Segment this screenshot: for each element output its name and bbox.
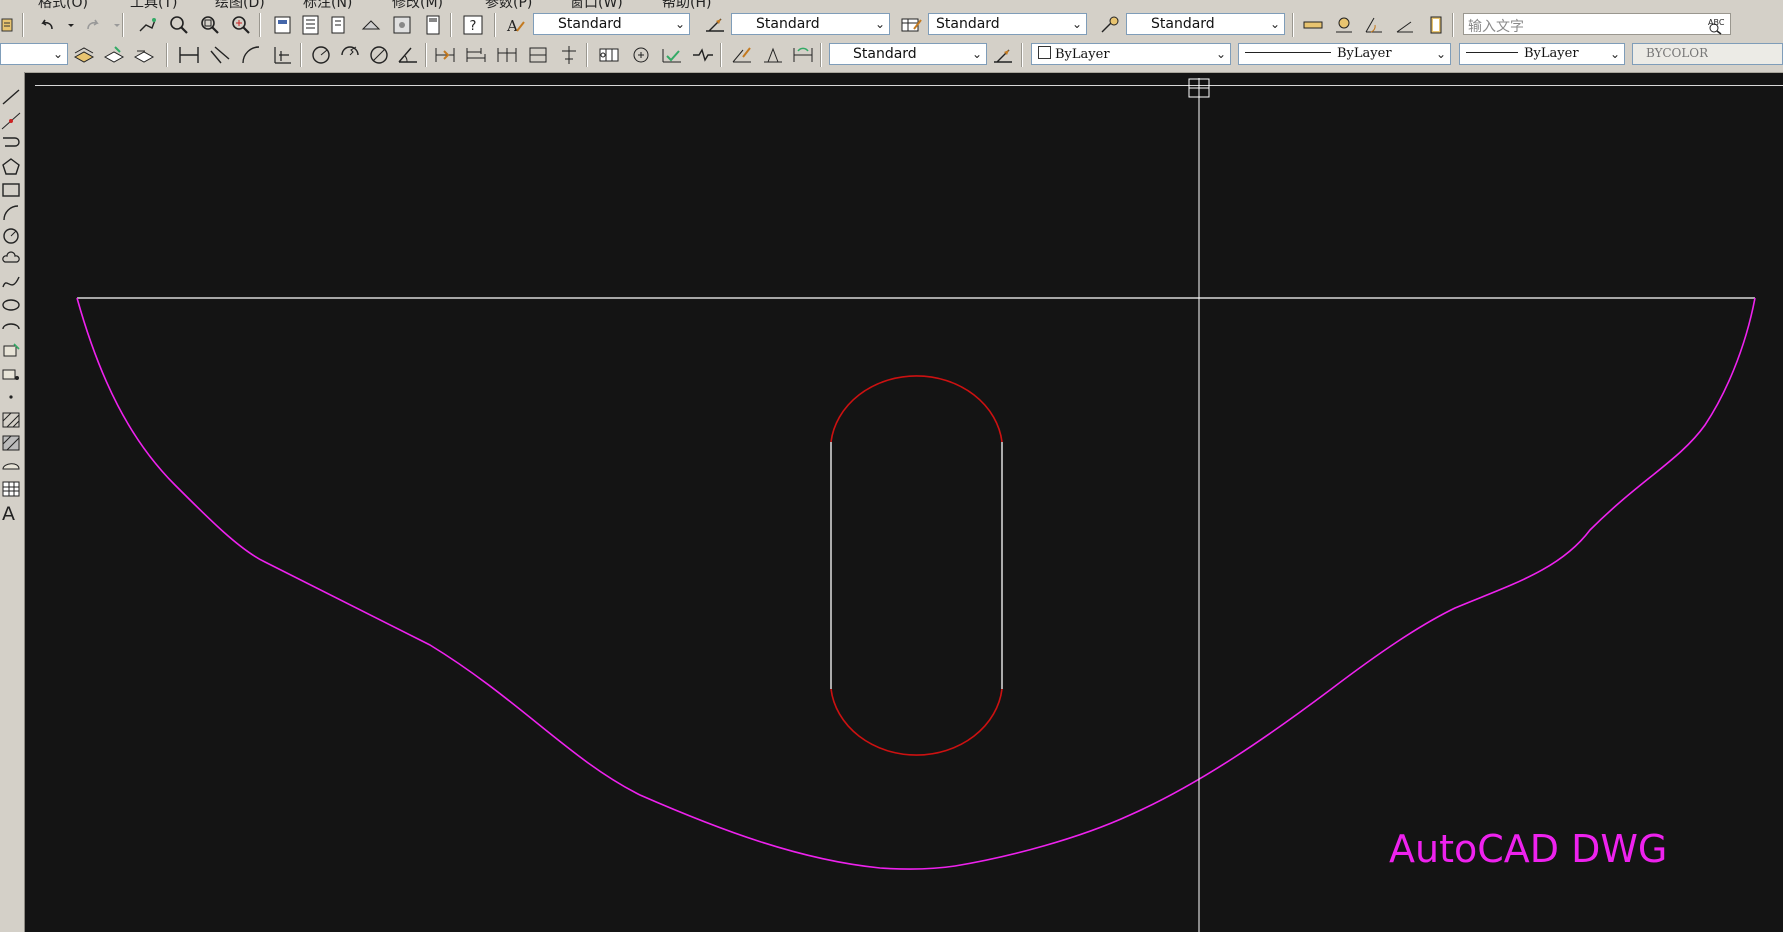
- watermark-label: AutoCAD DWG: [1389, 827, 1668, 871]
- profile-curve[interactable]: [76, 297, 1756, 870]
- slot-bottom-arc[interactable]: [830, 688, 1003, 756]
- drawing-geometry: [76, 78, 1756, 932]
- slot-top-arc[interactable]: [830, 375, 1003, 443]
